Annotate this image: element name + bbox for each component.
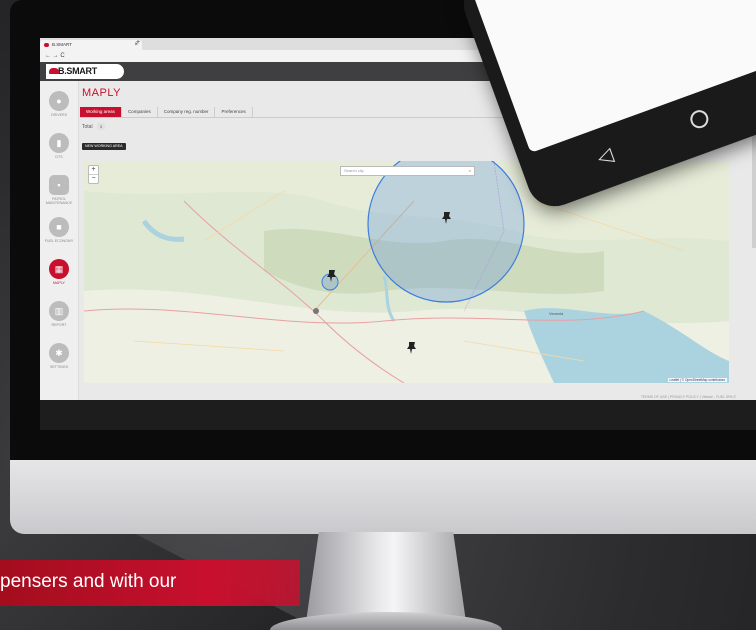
truck-icon: ■ — [49, 217, 69, 237]
chart-icon: ▥ — [49, 301, 69, 321]
sidebar-item-report[interactable]: ▥ REPORT — [40, 295, 78, 339]
new-working-area-button[interactable]: NEW WORKING AREA — [82, 143, 126, 150]
gear-icon: ✱ — [49, 343, 69, 363]
clear-search-icon[interactable]: × — [469, 167, 471, 175]
nav-buttons[interactable]: ← → C — [45, 53, 65, 59]
map-icon: ▦ — [49, 259, 69, 279]
sidebar-item-maintenance[interactable]: ▪ Patrol MAINTENANCE — [40, 169, 78, 213]
scrollbar[interactable] — [752, 118, 756, 248]
tab-company-reg-number[interactable]: Company reg. number — [158, 107, 216, 117]
logo-text: B.SMART — [58, 66, 97, 76]
sidebar-item-fuel-economy[interactable]: ■ FUEL ECONOMY — [40, 211, 78, 255]
car-logo-icon — [49, 68, 59, 74]
sidebar-label: DTS — [55, 155, 63, 159]
sidebar-item-drivers[interactable]: ● DRIVERS — [40, 85, 78, 129]
page-title: MAPLY — [82, 87, 121, 99]
map-search-input[interactable]: Search city × — [340, 166, 475, 176]
pushpin-icon[interactable] — [441, 211, 453, 225]
search-placeholder: Search city — [344, 168, 364, 173]
map-attribution[interactable]: Leaflet | © OpenStreetMap contributors — [667, 378, 727, 382]
sidebar-label: FUEL ECONOMY — [44, 239, 74, 243]
total-label: Total — [82, 124, 93, 130]
total-counter: Total 3 — [82, 123, 105, 130]
sidebar-label: SETTINGS — [50, 365, 68, 369]
map-place-label: Venezia — [549, 311, 564, 316]
fuel-pump-icon: ▮ — [49, 133, 69, 153]
wrench-icon: ▪ — [49, 175, 69, 195]
monitor-stand — [306, 532, 466, 622]
sidebar-label: REPORT — [51, 323, 67, 327]
tab-working-areas[interactable]: Working areas — [80, 107, 122, 117]
zoom-out-button[interactable]: − — [89, 174, 98, 183]
tab-companies[interactable]: Companies — [122, 107, 158, 117]
sidebar-item-maply[interactable]: ▦ MAPLY — [40, 253, 78, 297]
sidebar-label: DRIVERS — [51, 113, 67, 117]
new-tab-button[interactable]: + — [136, 39, 140, 46]
promo-banner: pensers and with our — [0, 560, 300, 606]
sidebar-label: MAPLY — [53, 281, 65, 285]
screen-bottom-strip — [40, 400, 756, 430]
pushpin-icon[interactable] — [326, 269, 338, 283]
monitor-chin — [10, 460, 756, 534]
app-logo[interactable]: B.SMART — [46, 64, 124, 79]
favicon-icon — [44, 43, 49, 47]
browser-tab[interactable]: B.SMART × — [40, 40, 142, 50]
total-count-badge: 3 — [96, 123, 105, 130]
pushpin-icon[interactable] — [406, 341, 418, 355]
banner-text: pensers and with our — [0, 571, 177, 592]
zoom-control: + − — [88, 165, 99, 184]
person-icon: ● — [49, 91, 69, 111]
tab-preferences[interactable]: Preferences — [215, 107, 253, 117]
map-view[interactable]: Venezia + − Search city × Leaflet | © Op… — [84, 161, 729, 383]
zoom-in-button[interactable]: + — [89, 166, 98, 174]
sidebar-item-settings[interactable]: ✱ SETTINGS — [40, 337, 78, 381]
sidebar: ● DRIVERS ▮ DTS ▪ Patrol MAINTENANCE ■ F… — [40, 81, 79, 401]
sidebar-label: Patrol MAINTENANCE — [45, 197, 73, 205]
browser-tab-title: B.SMART — [52, 42, 72, 47]
sidebar-item-dts[interactable]: ▮ DTS — [40, 127, 78, 171]
